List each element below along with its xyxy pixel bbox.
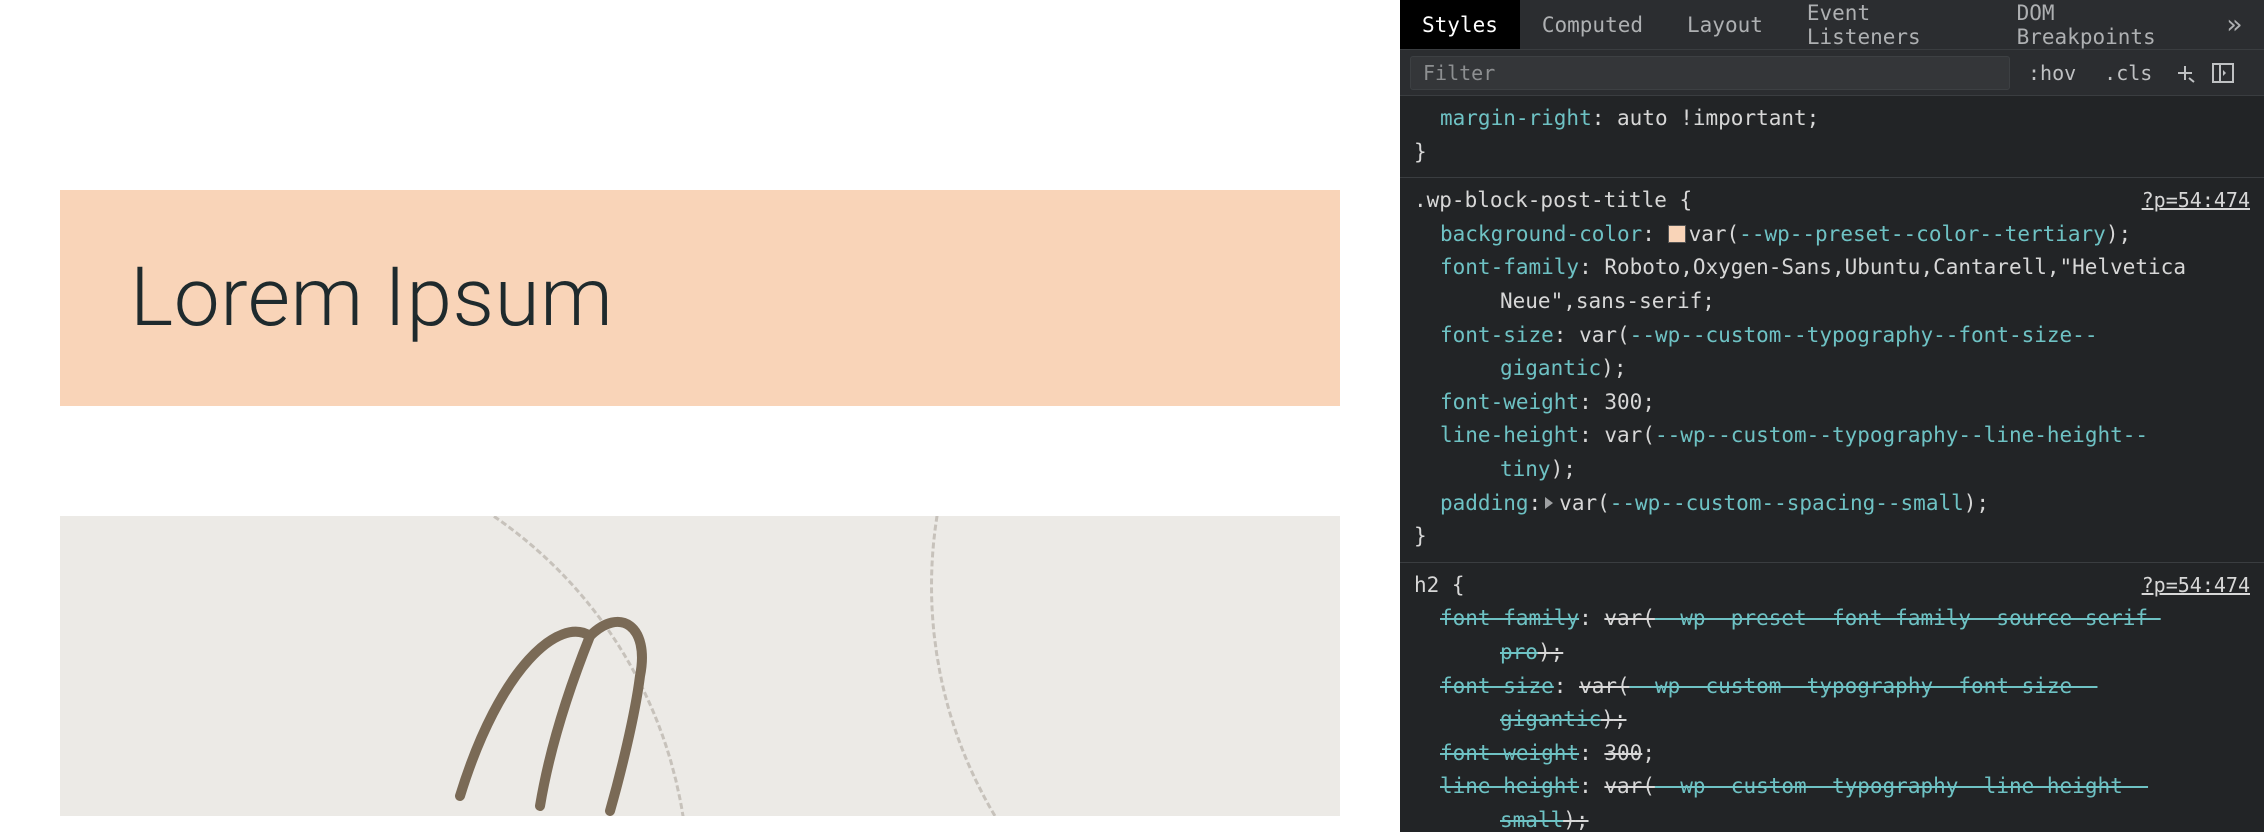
css-declaration-overridden[interactable]: font-size: var(--wp--custom--typography-… <box>1440 670 2250 737</box>
hov-toggle[interactable]: :hov <box>2018 57 2086 89</box>
css-property[interactable]: font-size <box>1440 323 1554 347</box>
css-property[interactable]: font-family <box>1440 255 1579 279</box>
css-rule[interactable]: .wp-block-post-title { ?p=54:474 backgro… <box>1400 178 2264 563</box>
css-var[interactable]: small <box>1500 808 1563 832</box>
css-var[interactable]: gigantic <box>1500 356 1601 380</box>
expand-shorthand-icon[interactable] <box>1545 497 1553 509</box>
source-link[interactable]: ?p=54:474 <box>2142 184 2250 216</box>
css-declaration[interactable]: font-weight: 300; <box>1440 386 2250 420</box>
styles-toolbar: :hov .cls <box>1400 50 2264 96</box>
css-rule[interactable]: margin-right: auto !important; } <box>1400 96 2264 178</box>
tab-dom-breakpoints[interactable]: DOM Breakpoints <box>1995 0 2205 49</box>
css-var[interactable]: gigantic <box>1500 707 1601 731</box>
css-declaration-overridden[interactable]: font-weight: 300; <box>1440 737 2250 771</box>
source-link[interactable]: ?p=54:474 <box>2142 569 2250 601</box>
css-declaration[interactable]: margin-right: auto !important; <box>1440 102 2250 136</box>
css-declaration[interactable]: line-height: var(--wp--custom--typograph… <box>1440 419 2250 486</box>
devtools-panel: Styles Computed Layout Event Listeners D… <box>1400 0 2264 832</box>
css-rule[interactable]: h2 { ?p=54:474 font-family: var(--wp--pr… <box>1400 563 2264 832</box>
css-value[interactable]: auto !important <box>1617 106 1807 130</box>
color-swatch[interactable] <box>1668 225 1686 243</box>
css-var[interactable]: --wp--preset--color--tertiary <box>1739 222 2106 246</box>
css-property[interactable]: background-color <box>1440 222 1642 246</box>
css-value-continuation: Neue",sans-serif; <box>1500 285 2250 319</box>
css-selector[interactable]: .wp-block-post-title { <box>1414 184 1692 218</box>
css-property[interactable]: font-weight <box>1440 390 1579 414</box>
post-title-block: Lorem Ipsum <box>60 190 1340 406</box>
css-property[interactable]: padding <box>1440 491 1529 515</box>
css-var[interactable]: tiny <box>1500 457 1551 481</box>
css-declaration[interactable]: font-size: var(--wp--custom--typography-… <box>1440 319 2250 386</box>
css-declaration-overridden[interactable]: font-family: var(--wp--preset--font-fami… <box>1440 602 2250 669</box>
styles-list[interactable]: margin-right: auto !important; } .wp-blo… <box>1400 96 2264 832</box>
brace: } <box>1414 520 2250 554</box>
brace: } <box>1414 136 2250 170</box>
css-property[interactable]: font-size <box>1440 674 1554 698</box>
css-value[interactable]: 300 <box>1604 741 1642 765</box>
tabs-overflow-icon[interactable]: » <box>2204 10 2264 40</box>
post-title: Lorem Ipsum <box>130 250 1270 346</box>
toolbar-actions: :hov .cls <box>2018 57 2238 89</box>
tab-event-listeners[interactable]: Event Listeners <box>1785 0 1995 49</box>
devtools-tabs: Styles Computed Layout Event Listeners D… <box>1400 0 2264 50</box>
css-property[interactable]: line-height <box>1440 774 1579 798</box>
filter-input[interactable] <box>1410 56 2010 90</box>
css-property[interactable]: font-family <box>1440 606 1579 630</box>
new-style-rule-icon[interactable] <box>2170 58 2200 88</box>
css-declaration-overridden[interactable]: line-height: var(--wp--custom--typograph… <box>1440 770 2250 832</box>
css-var[interactable]: --wp--custom--spacing--small <box>1610 491 1964 515</box>
tab-computed[interactable]: Computed <box>1520 0 1665 49</box>
css-value[interactable]: Roboto,Oxygen-Sans,Ubuntu,Cantarell,"Hel… <box>1604 255 2186 279</box>
featured-image <box>60 516 1340 816</box>
page-preview: Lorem Ipsum <box>0 0 1400 832</box>
decorative-arc-right <box>930 516 1340 816</box>
cls-toggle[interactable]: .cls <box>2094 57 2162 89</box>
glasses-illustration <box>440 576 760 816</box>
css-value[interactable]: 300 <box>1604 390 1642 414</box>
tab-styles[interactable]: Styles <box>1400 0 1520 49</box>
css-declaration[interactable]: font-family: Roboto,Oxygen-Sans,Ubuntu,C… <box>1440 251 2250 318</box>
toggle-sidebar-icon[interactable] <box>2208 58 2238 88</box>
css-property[interactable]: margin-right <box>1440 106 1592 130</box>
css-declaration[interactable]: background-color: var(--wp--preset--colo… <box>1440 218 2250 252</box>
tab-layout[interactable]: Layout <box>1665 0 1785 49</box>
css-selector[interactable]: h2 { <box>1414 569 1465 603</box>
css-property[interactable]: line-height <box>1440 423 1579 447</box>
css-var[interactable]: pro <box>1500 640 1538 664</box>
css-property[interactable]: font-weight <box>1440 741 1579 765</box>
css-declaration[interactable]: padding:var(--wp--custom--spacing--small… <box>1440 487 2250 521</box>
